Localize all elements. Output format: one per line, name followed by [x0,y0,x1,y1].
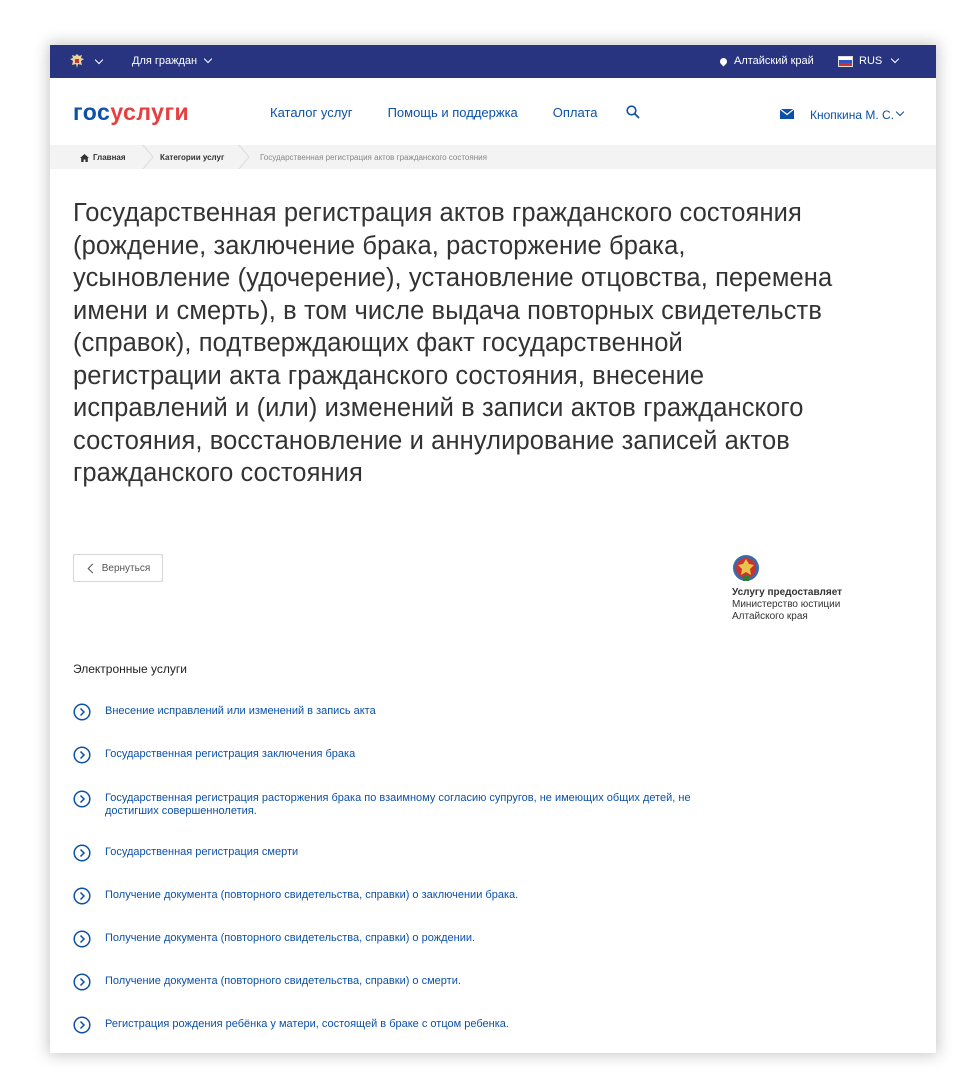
list-item[interactable]: Регистрация рождения ребёнка у матери, с… [73,1016,745,1034]
page-frame: Для граждан Алтайский край RUS госуслуги… [50,45,936,1053]
main-nav: Каталог услуг Помощь и поддержка Оплата [270,105,598,120]
for-citizens-label: Для граждан [132,55,198,67]
mail-icon[interactable] [780,109,794,119]
breadcrumb-categories[interactable]: Категории услуг [160,153,224,162]
russia-flag-icon [838,55,853,67]
nav-help[interactable]: Помощь и поддержка [388,105,518,120]
breadcrumb-separator-icon [238,145,250,169]
arrow-circle-icon [73,930,91,948]
service-link[interactable]: Государственная регистрация расторжения … [105,790,745,818]
nav-payment[interactable]: Оплата [553,105,598,120]
region-selector[interactable]: Алтайский край [718,55,814,67]
top-bar: Для граждан Алтайский край RUS [50,45,936,78]
section-title: Электронные услуги [73,662,187,676]
list-item[interactable]: Получение документа (повторного свидетел… [73,973,745,991]
logo-uslugi: услуги [110,99,190,125]
service-link[interactable]: Получение документа (повторного свидетел… [105,930,745,945]
back-button[interactable]: Вернуться [73,554,163,582]
breadcrumb-categories-label: Категории услуг [160,153,225,162]
breadcrumb: Главная Категории услуг Государственная … [50,145,936,169]
list-item[interactable]: Получение документа (повторного свидетел… [73,930,745,948]
breadcrumb-current-label: Государственная регистрация актов гражда… [260,153,487,162]
list-item[interactable]: Государственная регистрация заключения б… [73,746,745,764]
site-header: госуслуги Каталог услуг Помощь и поддерж… [50,78,936,145]
list-item[interactable]: Государственная регистрация расторжения … [73,790,745,818]
service-link[interactable]: Внесение исправлений или изменений в зап… [105,703,745,718]
arrow-circle-icon [73,746,91,764]
list-item[interactable]: Получение документа (повторного свидетел… [73,887,745,905]
page-title: Государственная регистрация актов гражда… [73,199,833,487]
for-citizens-menu[interactable]: Для граждан [132,54,213,67]
arrow-circle-icon [73,790,91,808]
coat-of-arms-icon [733,555,759,581]
logo-gos: гос [73,99,111,125]
emblem-icon[interactable] [68,52,86,70]
chevron-down-icon [895,107,905,117]
breadcrumb-separator-icon [142,145,154,169]
service-link[interactable]: Получение документа (повторного свидетел… [105,973,745,988]
arrow-circle-icon [73,703,91,721]
search-icon[interactable] [626,105,640,119]
breadcrumb-home-label: Главная [93,153,126,162]
arrow-circle-icon [73,887,91,905]
gosuslugi-logo[interactable]: госуслуги [73,99,189,126]
location-pin-icon [718,56,729,66]
arrow-circle-icon [73,844,91,862]
service-link[interactable]: Регистрация рождения ребёнка у матери, с… [105,1016,745,1031]
home-icon [80,153,89,162]
chevron-down-icon [890,54,900,64]
region-label: Алтайский край [734,55,814,67]
arrow-circle-icon [73,1016,91,1034]
language-selector[interactable]: RUS [838,54,900,67]
arrow-circle-icon [73,973,91,991]
breadcrumb-home[interactable]: Главная [80,153,126,162]
service-link[interactable]: Государственная регистрация заключения б… [105,746,745,761]
chevron-left-icon [87,563,98,573]
service-provider: Услугу предоставляет Министерство юстици… [732,553,872,623]
user-menu[interactable]: Кнопкина М. С. [810,107,905,122]
provider-org: Министерство юстиции Алтайского края [732,599,841,622]
provider-label: Услугу предоставляет [732,587,843,598]
chevron-down-icon [203,54,213,64]
breadcrumb-current: Государственная регистрация актов гражда… [260,153,487,162]
service-link[interactable]: Получение документа (повторного свидетел… [105,887,745,902]
nav-catalog[interactable]: Каталог услуг [270,105,353,120]
list-item[interactable]: Внесение исправлений или изменений в зап… [73,703,745,721]
user-name: Кнопкина М. С. [810,108,895,122]
back-button-label: Вернуться [101,562,151,574]
service-link[interactable]: Государственная регистрация смерти [105,844,745,859]
language-label: RUS [859,55,883,67]
chevron-down-icon[interactable] [94,55,104,65]
list-item[interactable]: Государственная регистрация смерти [73,844,745,862]
